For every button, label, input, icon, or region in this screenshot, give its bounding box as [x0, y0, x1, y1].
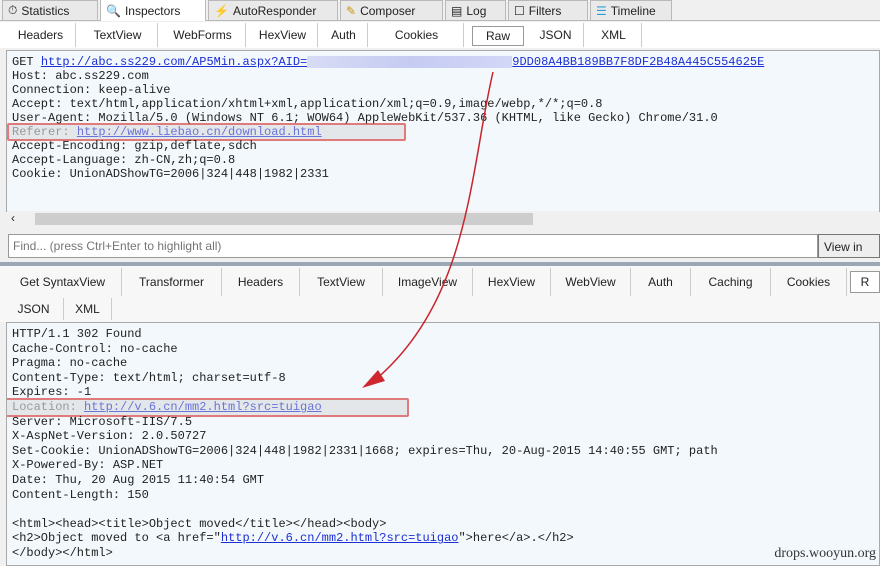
response-tab-cookies[interactable]: Cookies	[771, 268, 847, 296]
header-line: Cookie: UnionADShowTG=2006|324|448|1982|…	[12, 167, 329, 181]
request-tab-textview[interactable]: TextView	[78, 23, 158, 47]
watermark: drops.wooyun.org	[774, 546, 876, 561]
status-line: HTTP/1.1 302 Found	[12, 327, 142, 341]
request-url-tail[interactable]: 9DD08A4BB189BB7F8DF2B48A445C554625E	[512, 55, 764, 69]
blurred-region	[307, 55, 513, 68]
response-tab-raw[interactable]: R	[850, 271, 880, 293]
response-raw-text[interactable]: HTTP/1.1 302 Found Cache-Control: no-cach…	[6, 322, 880, 566]
header-line: Content-Type: text/html; charset=utf-8	[12, 370, 286, 385]
tab-statistics[interactable]: ⏱ Statistics	[2, 0, 98, 20]
request-tab-bar: Headers TextView WebForms HexView Auth C…	[0, 22, 880, 48]
response-tab-hexview[interactable]: HexView	[473, 268, 551, 296]
header-line: Host: abc.ss229.com	[12, 69, 149, 83]
request-tab-xml[interactable]: XML	[586, 23, 642, 47]
response-tab-auth[interactable]: Auth	[631, 268, 691, 296]
view-in-button[interactable]: View in	[818, 234, 880, 258]
response-tab-json[interactable]: JSON	[4, 298, 64, 320]
checkbox-icon: ☐	[514, 3, 525, 18]
response-tab-get-syntaxview[interactable]: Get SyntaxView	[4, 268, 122, 296]
header-line: Accept-Encoding: gzip,deflate,sdch	[12, 139, 257, 153]
header-line: Date: Thu, 20 Aug 2015 11:40:54 GMT	[12, 472, 265, 487]
tab-composer[interactable]: ✎ Composer	[340, 0, 443, 20]
request-tab-json[interactable]: JSON	[528, 23, 584, 47]
header-line: X-AspNet-Version: 2.0.50727	[12, 429, 207, 444]
tab-inspectors[interactable]: 🔍 Inspectors	[100, 0, 206, 21]
referer-link[interactable]: http://www.liebao.cn/download.html	[77, 125, 322, 139]
header-line: Server: Microsoft-IIS/7.5	[12, 414, 193, 429]
response-tab-transformer[interactable]: Transformer	[122, 268, 222, 296]
log-icon: ▤	[451, 3, 463, 18]
pencil-icon: ✎	[346, 3, 357, 18]
horizontal-scrollbar[interactable]: ‹	[7, 211, 879, 227]
stopwatch-icon: ⏱	[8, 3, 18, 17]
header-line: X-Powered-By: ASP.NET	[12, 458, 164, 473]
lightning-icon: ⚡	[214, 3, 229, 18]
body-line: <html><head><title>Object moved</title><…	[12, 516, 387, 531]
request-tab-raw[interactable]: Raw	[472, 26, 524, 46]
response-tab-webview[interactable]: WebView	[551, 268, 631, 296]
request-tab-hexview[interactable]: HexView	[248, 23, 318, 47]
header-line: Accept-Language: zh-CN,zh;q=0.8	[12, 153, 236, 167]
response-tab-bar: Get SyntaxView Transformer Headers TextV…	[0, 266, 880, 322]
request-tab-headers[interactable]: Headers	[6, 23, 76, 47]
response-tab-headers[interactable]: Headers	[222, 268, 300, 296]
location-line: Location: http://v.6.cn/mm2.html?src=tui…	[12, 399, 322, 414]
header-line: User-Agent: Mozilla/5.0 (Windows NT 6.1;…	[12, 111, 718, 125]
request-tab-auth[interactable]: Auth	[320, 23, 368, 47]
top-tab-bar: ⏱ Statistics 🔍 Inspectors ⚡ AutoResponder ✎…	[0, 0, 880, 21]
tab-log[interactable]: ▤ Log	[445, 0, 506, 20]
location-link[interactable]: http://v.6.cn/mm2.html?src=tuigao	[84, 400, 322, 414]
response-tab-xml[interactable]: XML	[64, 298, 112, 320]
scroll-left-icon[interactable]: ‹	[11, 211, 15, 225]
header-line: Set-Cookie: UnionADShowTG=2006|324|448|1…	[12, 443, 718, 458]
request-raw-text[interactable]: GET http://abc.ss229.com/AP5Min.aspx?AID…	[6, 50, 880, 212]
header-line: Content-Length: 150	[12, 487, 149, 502]
request-tab-webforms[interactable]: WebForms	[160, 23, 246, 47]
request-tab-cookies[interactable]: Cookies	[370, 23, 464, 47]
tab-autoresponder[interactable]: ⚡ AutoResponder	[208, 0, 338, 20]
request-line: GET http://abc.ss229.com/AP5Min.aspx?AID…	[12, 55, 765, 69]
header-line: Pragma: no-cache	[12, 356, 128, 371]
scrollbar-thumb[interactable]	[35, 213, 533, 225]
body-line: <h2>Object moved to <a href="http://v.6.…	[12, 531, 574, 546]
tab-filters[interactable]: ☐ Filters	[508, 0, 588, 20]
response-tab-textview[interactable]: TextView	[300, 268, 383, 296]
inspector-icon: 🔍	[106, 3, 121, 18]
header-line: Cache-Control: no-cache	[12, 341, 178, 356]
body-line: </body></html>	[12, 545, 113, 560]
referer-line: Referer: http://www.liebao.cn/download.h…	[12, 125, 322, 139]
timeline-icon: ☰	[596, 3, 607, 18]
body-link[interactable]: http://v.6.cn/mm2.html?src=tuigao	[221, 531, 459, 545]
find-input[interactable]	[8, 234, 818, 258]
header-line: Connection: keep-alive	[12, 83, 171, 97]
header-line: Accept: text/html,application/xhtml+xml,…	[12, 97, 603, 111]
response-tab-caching[interactable]: Caching	[691, 268, 771, 296]
tab-timeline[interactable]: ☰ Timeline	[590, 0, 672, 20]
request-url-link[interactable]: http://abc.ss229.com/AP5Min.aspx?AID=	[41, 55, 307, 69]
response-tab-imageview[interactable]: ImageView	[383, 268, 473, 296]
header-line: Expires: -1	[12, 385, 92, 400]
